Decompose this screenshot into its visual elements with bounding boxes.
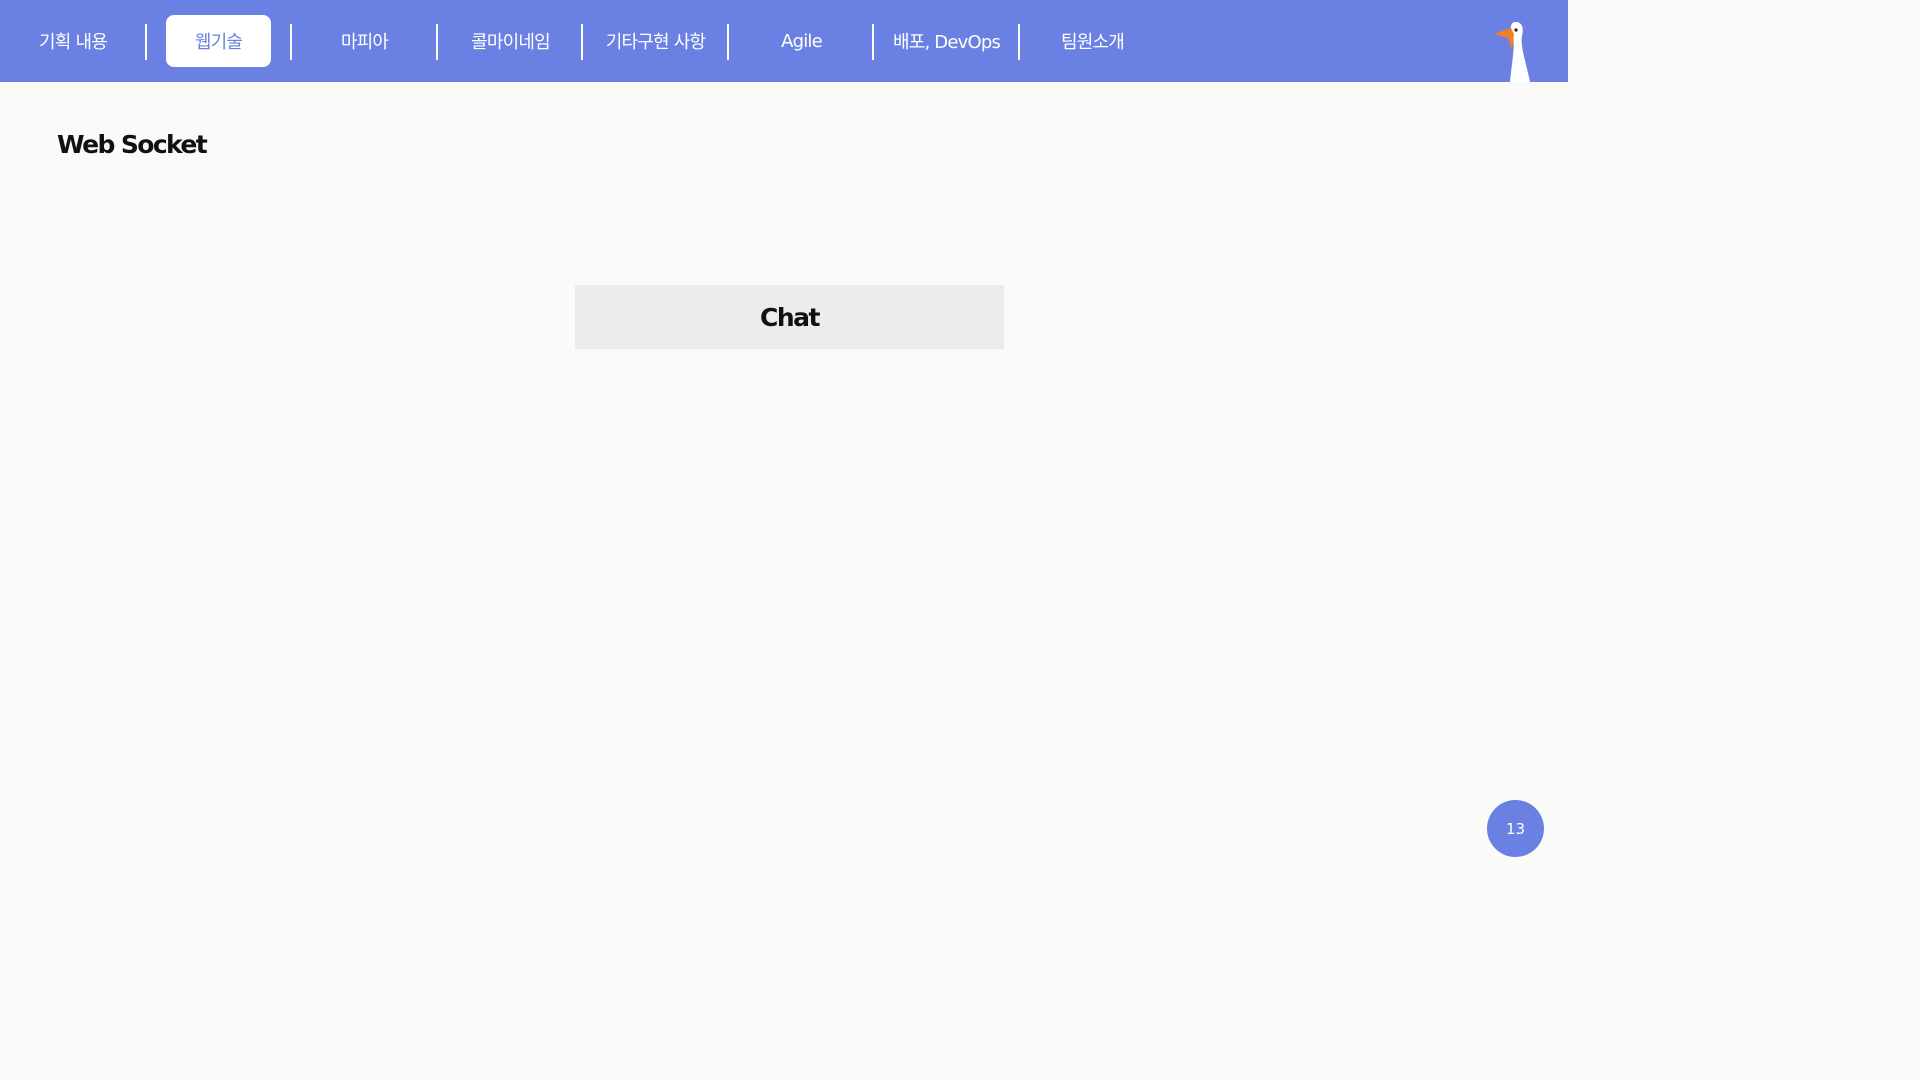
tab-divider <box>145 24 147 60</box>
tab-planning[interactable]: 기획 내용 <box>0 15 146 67</box>
tab-mafia[interactable]: 마피아 <box>292 15 437 67</box>
tab-agile[interactable]: Agile <box>729 15 874 67</box>
tab-web-tech[interactable]: 웹기술 <box>166 15 271 67</box>
tab-team-intro[interactable]: 팀원소개 <box>1020 15 1165 67</box>
tab-deploy-devops[interactable]: 배포, DevOps <box>874 15 1019 67</box>
page-number-badge: 13 <box>1487 800 1544 857</box>
goose-icon <box>1494 22 1530 82</box>
page-title: Web Socket <box>57 130 208 159</box>
chat-button[interactable]: Chat <box>575 285 1004 349</box>
top-nav-bar: 기획 내용 웹기술 마피아 콜마이네임 기타구현 사항 Agile 배포, De… <box>0 0 1568 82</box>
tab-other-features[interactable]: 기타구현 사항 <box>583 15 728 67</box>
tab-call-my-name[interactable]: 콜마이네임 <box>438 15 583 67</box>
